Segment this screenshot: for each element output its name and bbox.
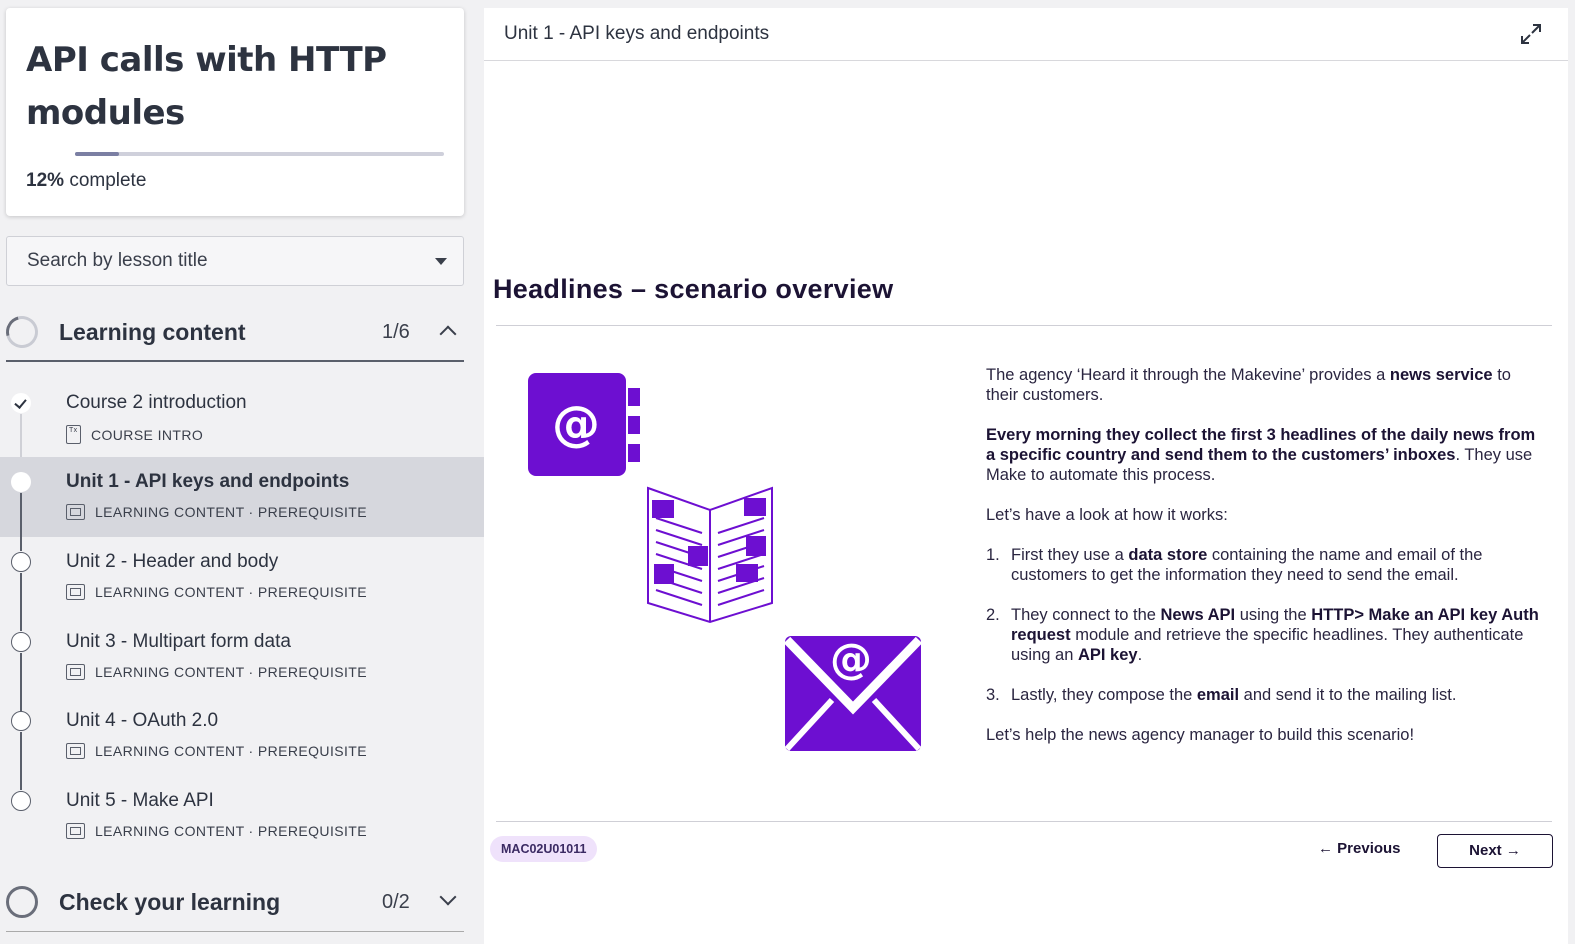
slide-heading: Headlines – scenario overview bbox=[493, 274, 894, 304]
empty-node-icon bbox=[11, 711, 31, 731]
envelope-icon: @ bbox=[783, 634, 923, 752]
lesson-title: Unit 2 - Header and body bbox=[66, 551, 279, 572]
empty-node-icon bbox=[11, 552, 31, 572]
course-progress-card: API calls with HTTP modules 12% complete bbox=[6, 8, 464, 216]
lesson-item-unit-4[interactable]: Unit 4 - OAuth 2.0 LEARNING CONTENT · PR… bbox=[0, 696, 484, 790]
lesson-code-badge: MAC02U01011 bbox=[490, 836, 598, 862]
empty-node-icon bbox=[11, 632, 31, 652]
lesson-item-course-intro[interactable]: Course 2 introduction COURSE INTRO bbox=[0, 378, 484, 472]
lesson-search-select[interactable]: Search by lesson title bbox=[6, 236, 464, 286]
paragraph: Every morning they collect the first 3 h… bbox=[986, 426, 1536, 484]
paragraph: Let’s help the news agency manager to bu… bbox=[986, 726, 1415, 744]
fullscreen-expand-icon[interactable] bbox=[1520, 23, 1542, 45]
progress-bar-fill bbox=[75, 152, 120, 156]
list-item: 2. They connect to the News API using the… bbox=[986, 606, 1539, 664]
section-check-your-learning[interactable]: Check your learning 0/2 bbox=[6, 872, 464, 932]
chevron-up-icon[interactable] bbox=[439, 325, 457, 343]
lesson-title: Unit 3 - Multipart form data bbox=[66, 631, 291, 652]
scenario-description: The agency ‘Heard it through the Makevin… bbox=[986, 365, 1546, 765]
progress-percent: 12% bbox=[26, 170, 65, 191]
svg-text:@: @ bbox=[830, 634, 872, 683]
address-book-icon: @ bbox=[528, 373, 640, 476]
course-title: API calls with HTTP modules bbox=[26, 40, 387, 133]
checkmark-icon bbox=[11, 393, 31, 413]
progress-ring-icon bbox=[6, 886, 38, 918]
section-count: 1/6 bbox=[382, 321, 410, 343]
lesson-item-unit-1[interactable]: Unit 1 - API keys and endpoints LEARNING… bbox=[0, 457, 484, 551]
lesson-meta: LEARNING CONTENT · PREREQUISITE bbox=[66, 823, 367, 839]
divider bbox=[496, 821, 1552, 822]
lesson-meta: COURSE INTRO bbox=[66, 425, 203, 444]
list-item: 3. Lastly, they compose the email and sen… bbox=[986, 686, 1457, 704]
newspaper-icon bbox=[647, 486, 773, 624]
lesson-item-unit-2[interactable]: Unit 2 - Header and body LEARNING CONTEN… bbox=[0, 537, 484, 631]
current-unit-title: Unit 1 - API keys and endpoints bbox=[504, 23, 770, 44]
section-title: Learning content bbox=[59, 319, 246, 345]
lesson-title: Unit 1 - API keys and endpoints bbox=[66, 471, 350, 492]
lesson-meta-text: LEARNING CONTENT · PREREQUISITE bbox=[95, 823, 367, 839]
steps-list: 1. First they use a data store containing… bbox=[986, 545, 1546, 705]
section-count: 0/2 bbox=[382, 891, 410, 913]
lesson-meta: LEARNING CONTENT · PREREQUISITE bbox=[66, 664, 367, 680]
progress-ring-icon bbox=[0, 310, 44, 354]
current-node-icon bbox=[11, 472, 31, 492]
list-item: 1. First they use a data store containing… bbox=[986, 546, 1483, 584]
divider bbox=[496, 325, 1552, 326]
search-placeholder: Search by lesson title bbox=[27, 250, 208, 271]
paragraph: Let’s have a look at how it works: bbox=[986, 506, 1228, 524]
lesson-meta-text: LEARNING CONTENT · PREREQUISITE bbox=[95, 504, 367, 520]
course-sidebar: API calls with HTTP modules 12% complete… bbox=[0, 0, 484, 944]
svg-text:@: @ bbox=[552, 396, 600, 452]
paragraph: The agency ‘Heard it through the Makevin… bbox=[986, 366, 1511, 404]
empty-node-icon bbox=[11, 791, 31, 811]
lesson-meta: LEARNING CONTENT · PREREQUISITE bbox=[66, 504, 367, 520]
lesson-item-unit-3[interactable]: Unit 3 - Multipart form data LEARNING CO… bbox=[0, 617, 484, 711]
lesson-meta: LEARNING CONTENT · PREREQUISITE bbox=[66, 743, 367, 759]
lesson-meta-text: LEARNING CONTENT · PREREQUISITE bbox=[95, 743, 367, 759]
lesson-meta-text: LEARNING CONTENT · PREREQUISITE bbox=[95, 584, 367, 600]
chevron-down-icon[interactable] bbox=[439, 888, 457, 906]
lesson-title: Unit 4 - OAuth 2.0 bbox=[66, 710, 219, 731]
lesson-title: Course 2 introduction bbox=[66, 392, 247, 413]
slides-icon bbox=[66, 664, 85, 680]
lesson-meta-text: COURSE INTRO bbox=[91, 426, 204, 443]
progress-suffix: complete bbox=[69, 170, 147, 191]
previous-button[interactable]: ← Previous bbox=[1318, 840, 1401, 857]
next-button[interactable]: Next → bbox=[1437, 834, 1553, 868]
scenario-illustration: @ @ bbox=[528, 373, 923, 752]
slides-icon bbox=[66, 743, 85, 759]
lesson-title: Unit 5 - Make API bbox=[66, 790, 214, 811]
lesson-item-unit-5[interactable]: Unit 5 - Make API LEARNING CONTENT · PRE… bbox=[0, 776, 484, 856]
lesson-content-panel: Unit 1 - API keys and endpoints Headline… bbox=[484, 8, 1568, 944]
lesson-meta: LEARNING CONTENT · PREREQUISITE bbox=[66, 584, 367, 600]
dropdown-caret-icon bbox=[435, 258, 447, 265]
lesson-meta-text: LEARNING CONTENT · PREREQUISITE bbox=[95, 664, 367, 680]
slides-icon bbox=[66, 504, 85, 520]
section-title: Check your learning bbox=[59, 889, 281, 915]
slides-icon bbox=[66, 584, 85, 600]
lesson-header: Unit 1 - API keys and endpoints bbox=[484, 8, 1568, 61]
progress-bar bbox=[75, 152, 444, 156]
section-learning-content[interactable]: Learning content 1/6 bbox=[0, 302, 464, 362]
progress-text: 12% complete bbox=[26, 170, 146, 192]
slides-icon bbox=[66, 823, 85, 839]
document-icon bbox=[66, 425, 81, 444]
